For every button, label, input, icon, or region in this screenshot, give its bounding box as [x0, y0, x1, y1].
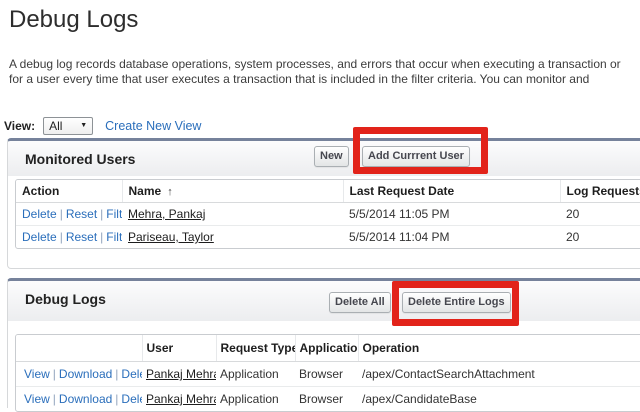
- page-description-line2: for a user every time that user executes…: [9, 72, 621, 87]
- action-cell: Delete|Reset|Filters: [16, 203, 122, 226]
- download-link[interactable]: Download: [59, 367, 112, 381]
- table-row: View|Download|Delete Pankaj Mehra Applic…: [16, 387, 640, 412]
- table-row: Delete|Reset|Filters Mehra, Pankaj 5/5/2…: [16, 203, 640, 226]
- user-cell: Pankaj Mehra: [142, 362, 216, 387]
- name-cell: Mehra, Pankaj: [122, 203, 343, 226]
- user-name-link[interactable]: Mehra, Pankaj: [128, 207, 205, 221]
- page-description-line1: A debug log records database operations,…: [9, 57, 621, 72]
- operation-cell: /apex/CandidateBase: [358, 387, 640, 412]
- new-button[interactable]: New: [314, 146, 349, 167]
- reset-link[interactable]: Reset: [66, 230, 97, 244]
- delete-link[interactable]: Delete: [121, 392, 142, 406]
- operation-cell: /apex/ContactSearchAttachment: [358, 362, 640, 387]
- column-header-action: Action: [16, 180, 122, 203]
- filters-link[interactable]: Filters: [106, 207, 122, 221]
- delete-link[interactable]: Delete: [121, 367, 142, 381]
- log-requests-cell: 20: [560, 203, 640, 226]
- action-cell: View|Download|Delete: [16, 362, 142, 387]
- table-row: Delete|Reset|Filters Pariseau, Taylor 5/…: [16, 226, 640, 249]
- column-header-last-request-date[interactable]: Last Request Date: [343, 180, 560, 203]
- create-new-view-link[interactable]: Create New View: [105, 119, 201, 133]
- view-bar: View: All ▼ Create New View: [4, 116, 201, 135]
- request-type-cell: Application: [216, 387, 295, 412]
- request-type-cell: Application: [216, 362, 295, 387]
- monitored-users-header-row: Action Name↑ Last Request Date Log Reque…: [16, 180, 640, 203]
- view-label: View:: [4, 119, 35, 133]
- delete-link[interactable]: Delete: [22, 207, 57, 221]
- application-cell: Browser: [295, 362, 358, 387]
- user-name-link[interactable]: Pariseau, Taylor: [128, 230, 214, 244]
- column-header-request-type[interactable]: Request Type: [216, 335, 295, 362]
- monitored-users-title: Monitored Users: [8, 141, 135, 167]
- page-title: Debug Logs: [9, 6, 138, 34]
- view-select[interactable]: All ▼: [43, 117, 93, 135]
- separator: |: [50, 367, 59, 381]
- separator: |: [50, 392, 59, 406]
- separator: |: [57, 230, 66, 244]
- column-header-log-requests[interactable]: Log Requests: [560, 180, 640, 203]
- page-description: A debug log records database operations,…: [9, 57, 621, 87]
- view-select-value: All: [49, 119, 62, 133]
- column-header-user[interactable]: User: [142, 335, 216, 362]
- column-header-name[interactable]: Name↑: [122, 180, 343, 203]
- sort-ascending-icon: ↑: [167, 186, 173, 198]
- column-header-operation[interactable]: Operation: [358, 335, 640, 362]
- debug-logs-table: User Request Type Application Operation …: [15, 334, 640, 412]
- debug-logs-header: Debug Logs: [8, 281, 640, 321]
- action-cell: View|Download|Delete: [16, 387, 142, 412]
- download-link[interactable]: Download: [59, 392, 112, 406]
- delete-all-button[interactable]: Delete All: [329, 292, 391, 313]
- action-cell: Delete|Reset|Filters: [16, 226, 122, 249]
- view-link[interactable]: View: [24, 367, 50, 381]
- name-cell: Pariseau, Taylor: [122, 226, 343, 249]
- table-row: View|Download|Delete Pankaj Mehra Applic…: [16, 362, 640, 387]
- log-requests-cell: 20: [560, 226, 640, 249]
- separator: |: [97, 230, 106, 244]
- last-request-date-cell: 5/5/2014 11:04 PM: [343, 226, 560, 249]
- filters-link[interactable]: Filters: [106, 230, 122, 244]
- application-cell: Browser: [295, 387, 358, 412]
- debug-logs-header-row: User Request Type Application Operation: [16, 335, 640, 362]
- separator: |: [97, 207, 106, 221]
- debug-logs-title: Debug Logs: [8, 281, 106, 307]
- reset-link[interactable]: Reset: [66, 207, 97, 221]
- column-header-blank: [16, 335, 142, 362]
- user-name-link[interactable]: Pankaj Mehra: [146, 367, 216, 381]
- dropdown-arrow-icon: ▼: [80, 122, 87, 129]
- last-request-date-cell: 5/5/2014 11:05 PM: [343, 203, 560, 226]
- delete-entire-logs-button[interactable]: Delete Entire Logs: [402, 292, 511, 313]
- column-header-application[interactable]: Application: [295, 335, 358, 362]
- separator: |: [57, 207, 66, 221]
- add-current-user-button[interactable]: Add Currrent User: [362, 146, 470, 167]
- delete-link[interactable]: Delete: [22, 230, 57, 244]
- monitored-users-table: Action Name↑ Last Request Date Log Reque…: [15, 179, 640, 249]
- view-link[interactable]: View: [24, 392, 50, 406]
- user-name-link[interactable]: Pankaj Mehra: [146, 392, 216, 406]
- user-cell: Pankaj Mehra: [142, 387, 216, 412]
- debug-logs-section: Debug Logs User Request Type Application…: [7, 278, 640, 408]
